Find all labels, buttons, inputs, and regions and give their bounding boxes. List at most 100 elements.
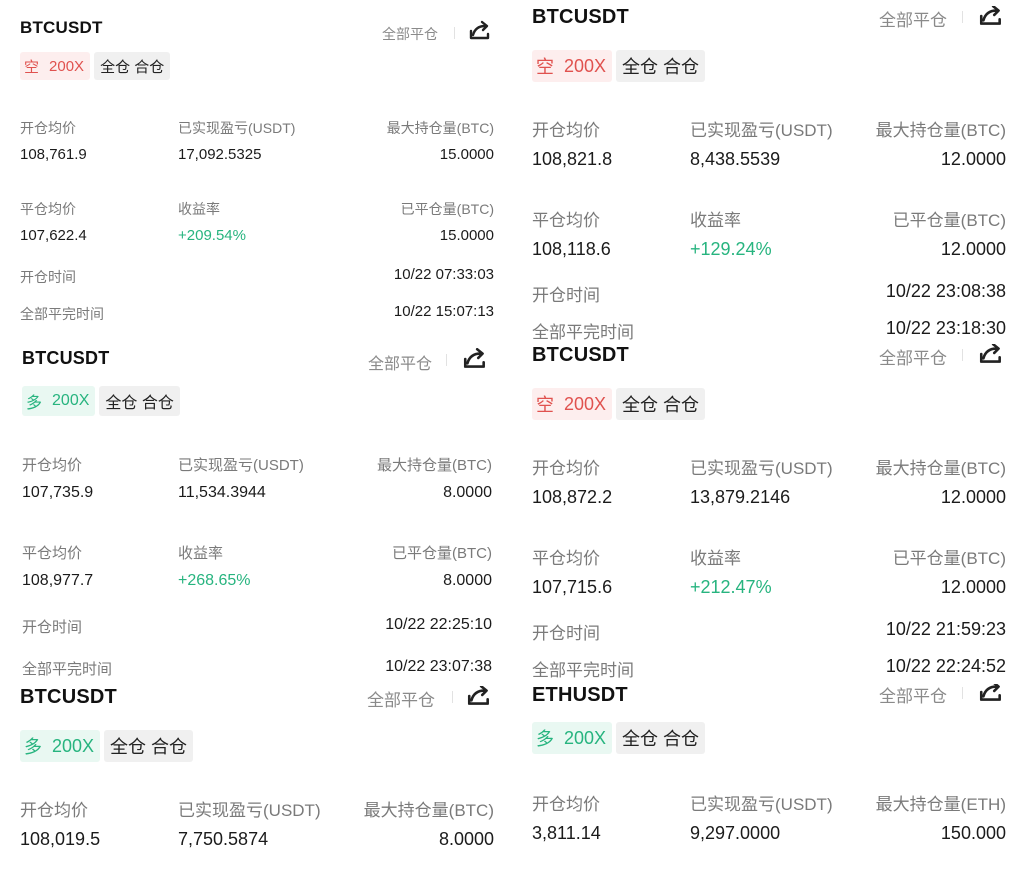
side-label: 多 [536, 729, 554, 749]
roi-label: 收益率 [178, 545, 224, 562]
tag-row: 空 200X 全仓 合仓 [532, 388, 706, 420]
realized-pnl-value: 11,534.3944 [178, 484, 266, 501]
open-avg-value: 107,735.9 [22, 484, 94, 501]
side-tag: 空 200X [532, 388, 613, 420]
share-icon[interactable] [978, 6, 1004, 33]
max-pos-value: 12.0000 [940, 487, 1006, 507]
close-all-button[interactable]: 全部平仓 [879, 684, 947, 707]
close-avg-value: 108,118.6 [532, 239, 611, 259]
margin-mode-tag: 全仓 合仓 [616, 50, 706, 82]
close-all-button[interactable]: 全部平仓 [367, 686, 435, 711]
roi-value: +268.65% [178, 572, 251, 589]
max-pos-value: 8.0000 [443, 484, 492, 501]
roi-label: 收益率 [178, 201, 220, 217]
close-time-value: 10/22 23:18:30 [885, 318, 1006, 338]
close-all-button[interactable]: 全部平仓 [879, 344, 947, 369]
close-avg-value: 107,715.6 [532, 577, 613, 597]
realized-pnl-label: 已实现盈亏(USDT) [178, 457, 304, 474]
side-label: 空 [536, 57, 554, 77]
symbol-title: BTCUSDT [20, 686, 117, 708]
open-avg-label: 开仓均价 [532, 459, 600, 478]
close-all-button[interactable]: 全部平仓 [368, 350, 432, 374]
close-time-label: 全部平完时间 [532, 661, 634, 680]
leverage-label: 200X [49, 57, 85, 75]
side-tag: 多 200X [22, 386, 96, 416]
share-icon[interactable] [462, 348, 488, 376]
roi-value: +212.47% [690, 577, 772, 597]
closed-qty-value: 8.0000 [443, 572, 492, 589]
side-label: 空 [536, 395, 554, 415]
open-time-label: 开仓时间 [532, 624, 600, 643]
realized-pnl-label: 已实现盈亏(USDT) [690, 121, 833, 140]
divider [962, 687, 963, 699]
open-time-label: 开仓时间 [22, 619, 83, 636]
close-avg-value: 108,977.7 [22, 572, 94, 589]
open-avg-label: 开仓均价 [532, 795, 600, 814]
close-avg-value: 107,622.4 [20, 227, 87, 244]
open-avg-label: 开仓均价 [20, 801, 88, 820]
closed-qty-label: 已平仓量(BTC) [892, 549, 1006, 568]
divider [962, 349, 963, 361]
leverage-label: 200X [52, 392, 90, 409]
symbol-title: BTCUSDT [532, 344, 629, 366]
max-pos-label: 最大持仓量(ETH) [875, 795, 1006, 814]
closed-qty-label: 已平仓量(BTC) [392, 545, 492, 562]
closed-qty-label: 已平仓量(BTC) [400, 201, 494, 217]
closed-qty-value: 12.0000 [940, 239, 1006, 259]
leverage-label: 200X [564, 727, 607, 748]
max-pos-label: 最大持仓量(BTC) [875, 121, 1006, 140]
max-pos-label: 最大持仓量(BTC) [875, 459, 1006, 478]
max-pos-value: 15.0000 [439, 146, 494, 163]
close-time-value: 10/22 23:07:38 [385, 658, 492, 675]
open-avg-value: 108,821.8 [532, 149, 613, 169]
close-all-button[interactable]: 全部平仓 [382, 24, 438, 44]
tag-row: 多 200X 全仓 合仓 [532, 722, 706, 754]
realized-pnl-value: 17,092.5325 [178, 146, 262, 163]
divider [446, 354, 447, 366]
open-avg-value: 108,872.2 [532, 487, 613, 507]
position-card: BTCUSDT 全部平仓 空 200X 全仓 合仓 开仓均价 已实现盈亏(USDT… [20, 18, 496, 338]
open-avg-label: 开仓均价 [20, 120, 76, 136]
open-time-value: 10/22 23:08:38 [885, 281, 1006, 301]
tag-row: 多 200X 全仓 合仓 [20, 730, 194, 762]
open-time-value: 10/22 22:25:10 [385, 616, 492, 633]
leverage-label: 200X [564, 55, 607, 76]
leverage-label: 200X [564, 393, 607, 414]
realized-pnl-label: 已实现盈亏(USDT) [178, 801, 321, 820]
close-time-label: 全部平完时间 [22, 661, 113, 678]
close-time-label: 全部平完时间 [532, 323, 634, 340]
roi-label: 收益率 [690, 549, 741, 568]
realized-pnl-value: 9,297.0000 [690, 823, 781, 843]
closed-qty-value: 15.0000 [439, 227, 494, 244]
open-time-value: 10/22 07:33:03 [393, 266, 494, 283]
position-card: BTCUSDT 全部平仓 多 200X 全仓 合仓 开仓均价 已实现盈亏(USDT… [22, 348, 494, 680]
divider [454, 27, 455, 39]
side-tag: 空 200X [20, 52, 91, 80]
share-icon[interactable] [978, 684, 1004, 709]
max-pos-value: 8.0000 [438, 829, 494, 849]
max-pos-label: 最大持仓量(BTC) [363, 801, 494, 820]
open-avg-value: 108,761.9 [20, 146, 87, 163]
roi-label: 收益率 [690, 211, 741, 230]
max-pos-label: 最大持仓量(BTC) [386, 120, 494, 136]
realized-pnl-label: 已实现盈亏(USDT) [690, 459, 833, 478]
share-icon[interactable] [978, 344, 1004, 371]
open-time-label: 开仓时间 [20, 269, 76, 285]
realized-pnl-label: 已实现盈亏(USDT) [690, 795, 833, 814]
close-all-button[interactable]: 全部平仓 [879, 6, 947, 31]
position-card: BTCUSDT 全部平仓 多 200X 全仓 合仓 开仓均价 已实现盈亏(USDT… [20, 686, 494, 870]
close-avg-label: 平仓均价 [532, 549, 600, 568]
realized-pnl-label: 已实现盈亏(USDT) [178, 120, 296, 136]
side-tag: 多 200X [532, 722, 613, 754]
symbol-title: BTCUSDT [20, 18, 103, 37]
closed-qty-value: 12.0000 [940, 577, 1006, 597]
close-time-value: 10/22 22:24:52 [885, 656, 1006, 676]
share-icon[interactable] [468, 20, 492, 47]
side-tag: 空 200X [532, 50, 613, 82]
open-avg-value: 108,019.5 [20, 829, 101, 849]
realized-pnl-value: 7,750.5874 [178, 829, 269, 849]
leverage-label: 200X [52, 735, 95, 756]
open-time-value: 10/22 21:59:23 [885, 619, 1006, 639]
share-icon[interactable] [466, 686, 492, 713]
close-time-label: 全部平完时间 [20, 306, 104, 322]
